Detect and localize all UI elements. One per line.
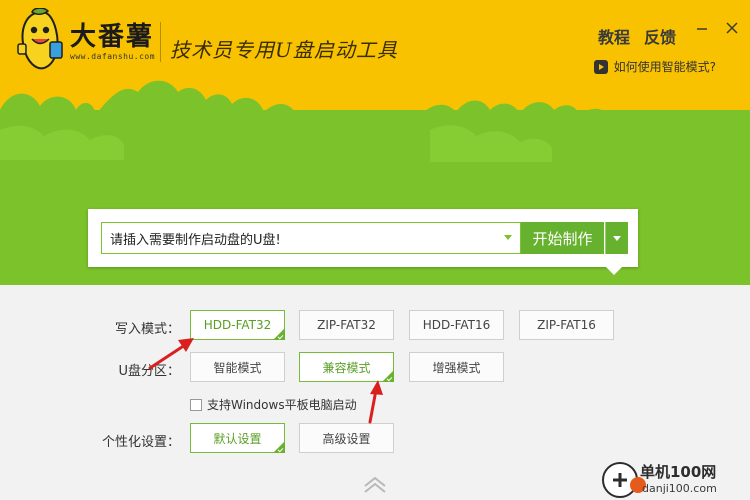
start-options-dropdown[interactable] — [605, 222, 628, 254]
personalize-advanced[interactable]: 高级设置 — [299, 423, 394, 453]
annotation-arrow-partition — [368, 380, 383, 424]
usb-card: 请插入需要制作启动盘的U盘! 开始制作 — [88, 209, 638, 267]
windows-tablet-checkbox-row[interactable]: 支持Windows平板电脑启动 — [190, 396, 357, 413]
header-divider — [160, 22, 161, 62]
feedback-link[interactable]: 反馈 — [644, 24, 676, 48]
write-mode-zip-fat32[interactable]: ZIP-FAT32 — [299, 310, 394, 340]
write-mode-label: 写入模式： — [114, 322, 180, 337]
partition-compatible-mode[interactable]: 兼容模式 — [299, 352, 394, 382]
tutorial-link[interactable]: 教程 — [598, 24, 630, 48]
start-make-button[interactable]: 开始制作 — [521, 222, 604, 254]
brand-name: 大番薯 — [70, 21, 155, 52]
card-pointer — [606, 267, 622, 275]
slogan: 技术员专用U盘启动工具 — [170, 38, 398, 62]
windows-tablet-checkbox[interactable] — [190, 398, 202, 411]
sweet-potato-mascot-icon — [17, 8, 63, 70]
collapse-chevron-icon[interactable] — [362, 474, 388, 494]
watermark-url: danji100.com — [642, 482, 717, 495]
windows-tablet-label: 支持Windows平板电脑启动 — [207, 398, 357, 412]
minimize-icon — [697, 28, 707, 30]
partition-label: U盘分区： — [118, 364, 180, 379]
close-button[interactable] — [720, 16, 744, 40]
usb-select-placeholder: 请插入需要制作启动盘的U盘! — [110, 232, 281, 248]
partition-smart-mode[interactable]: 智能模式 — [190, 352, 285, 382]
close-icon — [726, 22, 738, 34]
partition-enhanced-mode[interactable]: 增强模式 — [409, 352, 504, 382]
write-mode-hdd-fat32[interactable]: HDD-FAT32 — [190, 310, 285, 340]
personalize-default[interactable]: 默认设置 — [190, 423, 285, 453]
window-controls: 教程 反馈 — [598, 0, 750, 60]
watermark-name: 单机100网 — [640, 463, 717, 481]
logo: 大番薯 www.dafanshu.com — [14, 8, 155, 72]
brand-url: www.dafanshu.com — [70, 51, 156, 61]
personalize-label: 个性化设置： — [101, 435, 180, 450]
write-mode-hdd-fat16[interactable]: HDD-FAT16 — [409, 310, 504, 340]
usb-device-select[interactable]: 请插入需要制作启动盘的U盘! — [101, 222, 521, 254]
chevron-down-icon — [504, 235, 512, 240]
write-mode-zip-fat16[interactable]: ZIP-FAT16 — [519, 310, 614, 340]
chevron-down-icon — [613, 235, 621, 241]
minimize-button[interactable] — [690, 16, 714, 40]
